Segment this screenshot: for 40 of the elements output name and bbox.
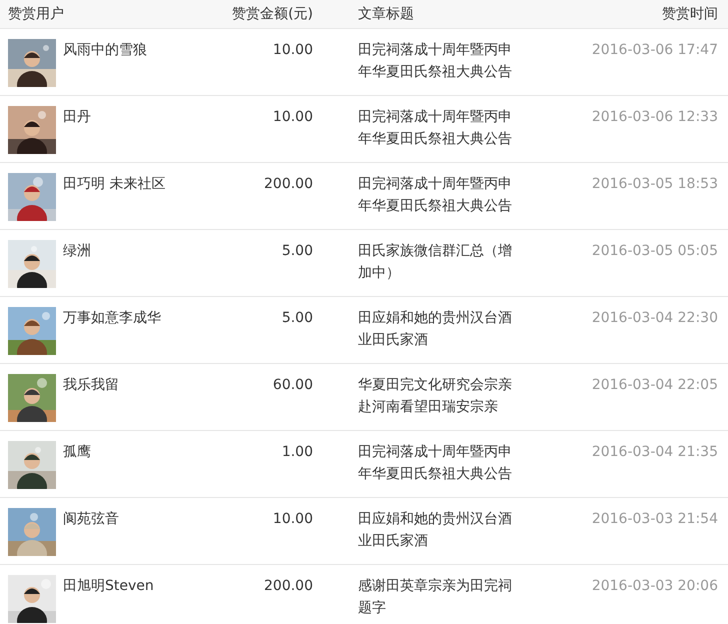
reward-time: 2016-03-04 22:30 (592, 309, 718, 328)
reward-amount: 200.00 (263, 175, 313, 194)
reward-amount: 60.00 (272, 376, 313, 395)
reward-time: 2016-03-04 22:05 (592, 376, 718, 395)
user-name[interactable]: 田丹 (63, 106, 91, 128)
reward-amount: 1.00 (280, 443, 313, 462)
reward-amount: 10.00 (272, 108, 313, 127)
article-title[interactable]: 田氏家族微信群汇总（增加中） (358, 240, 523, 284)
user-name[interactable]: 绿洲 (63, 240, 91, 262)
user-name[interactable]: 田巧明 未来社区 (63, 173, 166, 195)
article-title[interactable]: 感谢田英章宗亲为田完祠题字 (358, 575, 523, 619)
user-name[interactable]: 万事如意李成华 (63, 307, 161, 329)
article-title[interactable]: 田应娟和她的贵州汉台酒业田氏家酒 (358, 508, 523, 552)
reward-amount: 10.00 (272, 510, 313, 529)
reward-time: 2016-03-06 12:33 (592, 108, 718, 127)
reward-time: 2016-03-05 05:05 (592, 242, 718, 261)
user-name[interactable]: 田旭明Steven (63, 575, 154, 597)
reward-time: 2016-03-06 17:47 (592, 41, 718, 60)
user-name[interactable]: 阆苑弦音 (63, 508, 119, 530)
article-title[interactable]: 田完祠落成十周年暨丙申年华夏田氏祭祖大典公告 (358, 39, 523, 83)
reward-time: 2016-03-04 21:35 (592, 443, 718, 462)
user-name[interactable]: 我乐我留 (63, 374, 119, 396)
user-name[interactable]: 风雨中的雪狼 (63, 39, 147, 61)
user-name[interactable]: 孤鹰 (63, 441, 91, 463)
reward-amount: 10.00 (272, 41, 313, 60)
article-title[interactable]: 田完祠落成十周年暨丙申年华夏田氏祭祖大典公告 (358, 441, 523, 485)
reward-amount: 200.00 (263, 577, 313, 596)
reward-amount: 5.00 (280, 242, 313, 261)
article-title[interactable]: 田完祠落成十周年暨丙申年华夏田氏祭祖大典公告 (358, 173, 523, 217)
reward-time: 2016-03-03 21:54 (592, 510, 718, 529)
title-column-header: 文章标题 (358, 5, 415, 23)
article-title[interactable]: 华夏田完文化研究会宗亲赴河南看望田瑞安宗亲 (358, 374, 523, 418)
reward-time: 2016-03-03 20:06 (592, 577, 718, 596)
reward-amount: 5.00 (280, 309, 313, 328)
amount-column-header: 赞赏金额(元) (231, 5, 313, 23)
user-column-header: 赞赏用户 (8, 5, 65, 23)
reward-time: 2016-03-05 18:53 (592, 175, 718, 194)
article-title[interactable]: 田应娟和她的贵州汉台酒业田氏家酒 (358, 307, 523, 351)
time-column-header: 赞赏时间 (661, 5, 718, 23)
article-title[interactable]: 田完祠落成十周年暨丙申年华夏田氏祭祖大典公告 (358, 106, 523, 150)
